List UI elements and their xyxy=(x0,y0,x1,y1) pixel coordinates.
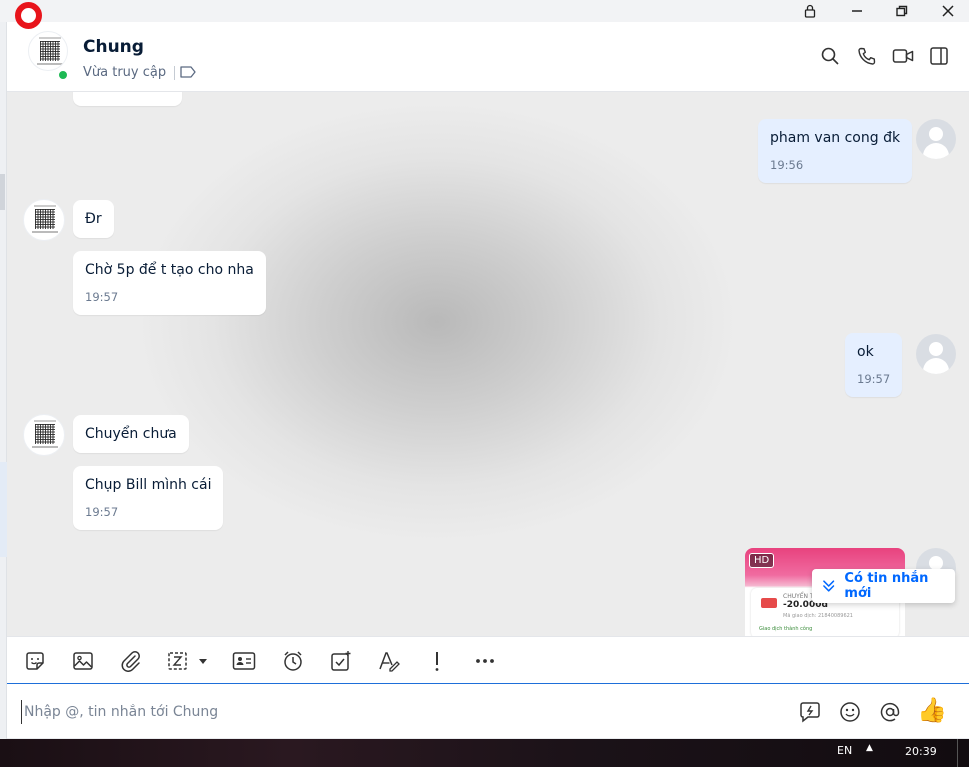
message-text: pham van cong đk xyxy=(770,130,901,146)
my-avatar[interactable] xyxy=(916,119,956,159)
qr-code-image xyxy=(35,424,55,444)
contact-avatar[interactable] xyxy=(23,199,65,241)
message-time: 19:57 xyxy=(85,505,119,519)
show-desktop-button[interactable] xyxy=(957,739,969,767)
selected-conversation-marker xyxy=(0,462,7,557)
message-text: ok xyxy=(857,344,874,360)
qr-code-image xyxy=(35,209,55,229)
new-messages-label: Có tin nhắn mới xyxy=(844,571,929,601)
chat-header: Chung Vừa truy cập xyxy=(7,22,969,92)
contact-status: Vừa truy cập xyxy=(83,65,167,80)
contact-avatar[interactable] xyxy=(28,31,68,71)
lock-icon[interactable] xyxy=(790,0,830,22)
new-messages-button[interactable]: Có tin nhắn mới xyxy=(812,569,955,603)
message-bubble-partial[interactable] xyxy=(73,92,182,106)
online-status-dot xyxy=(57,69,69,81)
image-icon[interactable] xyxy=(71,649,95,673)
my-avatar[interactable] xyxy=(916,334,956,374)
title-bar xyxy=(0,0,969,22)
tray-expand-icon[interactable]: ▲ xyxy=(866,743,873,753)
contact-name[interactable]: Chung xyxy=(83,37,144,57)
avatar-head xyxy=(929,556,943,570)
bank-icon xyxy=(761,598,777,608)
contact-message-bubble[interactable]: Đr xyxy=(73,200,114,238)
qr-caption-top xyxy=(34,420,56,422)
composer-toolbar xyxy=(7,636,969,683)
hd-badge: HD xyxy=(749,553,775,568)
screenshot-capture-icon[interactable] xyxy=(167,649,211,673)
emoji-icon[interactable] xyxy=(838,700,862,724)
avatar-head xyxy=(929,127,943,141)
message-text: Chờ 5p để t tạo cho nha xyxy=(85,262,254,278)
restore-button[interactable] xyxy=(882,0,922,22)
receipt-status: Giao dịch thành công xyxy=(759,626,813,632)
message-text: Chuyển chưa xyxy=(85,426,177,442)
my-message-bubble[interactable]: pham van cong đk 19:56 xyxy=(758,119,913,183)
message-composer: 👍 xyxy=(7,683,969,738)
mention-icon[interactable] xyxy=(878,700,902,724)
system-clock[interactable]: 20:39 xyxy=(905,745,937,758)
message-text: Đr xyxy=(85,211,102,227)
contact-message-bubble[interactable]: Chuyển chưa xyxy=(73,415,189,453)
phone-icon[interactable] xyxy=(855,44,879,68)
sticker-icon[interactable] xyxy=(23,649,47,673)
contact-card-icon[interactable] xyxy=(232,649,256,673)
qr-caption xyxy=(32,446,58,448)
divider xyxy=(174,66,175,80)
search-icon[interactable] xyxy=(818,44,842,68)
conversation-list-edge xyxy=(0,22,7,739)
avatar-body xyxy=(923,358,949,374)
my-message-bubble[interactable]: ok 19:57 xyxy=(845,333,903,397)
scroll-marker xyxy=(0,174,5,210)
close-button[interactable] xyxy=(928,0,968,22)
thumbs-up-send-icon[interactable]: 👍 xyxy=(917,696,947,724)
message-time: 19:57 xyxy=(857,372,891,386)
os-taskbar: EN ▲ 20:39 xyxy=(0,739,969,767)
urgent-mark-icon[interactable] xyxy=(425,649,449,673)
message-time: 19:57 xyxy=(85,290,119,304)
message-list[interactable]: pham van cong đk 19:56 Đr Chờ 5p để t tạ… xyxy=(7,92,969,636)
more-options-icon[interactable] xyxy=(473,649,497,673)
qr-caption-top xyxy=(39,37,61,39)
avatar-body xyxy=(923,143,949,159)
video-call-icon[interactable] xyxy=(891,44,915,68)
minimize-button[interactable] xyxy=(837,0,877,22)
sidebar-toggle-icon[interactable] xyxy=(927,44,951,68)
contact-message-bubble[interactable]: Chụp Bill mình cái 19:57 xyxy=(73,466,224,530)
qr-caption xyxy=(37,63,63,65)
contact-message-bubble[interactable]: Chờ 5p để t tạo cho nha 19:57 xyxy=(73,251,266,315)
avatar-head xyxy=(929,342,943,356)
tag-icon[interactable] xyxy=(179,64,197,80)
message-input[interactable] xyxy=(21,700,781,724)
receipt-label: CHUYỂN T xyxy=(783,593,814,600)
attachment-icon[interactable] xyxy=(119,649,143,673)
language-indicator[interactable]: EN xyxy=(837,744,852,757)
qr-caption xyxy=(32,231,58,233)
reminder-clock-icon[interactable] xyxy=(281,649,305,673)
message-text: Chụp Bill mình cái xyxy=(85,477,212,493)
task-checkbox-icon[interactable] xyxy=(329,649,353,673)
double-chevron-down-icon xyxy=(823,580,835,592)
quick-message-icon[interactable] xyxy=(798,700,822,724)
qr-code-image xyxy=(40,41,60,61)
qr-caption-top xyxy=(34,205,56,207)
contact-avatar[interactable] xyxy=(23,414,65,456)
app-logo-icon xyxy=(15,2,42,29)
receipt-code: Mã giao dịch: 21840089621 xyxy=(783,613,853,619)
text-format-icon[interactable] xyxy=(377,649,401,673)
message-time: 19:56 xyxy=(770,158,804,172)
